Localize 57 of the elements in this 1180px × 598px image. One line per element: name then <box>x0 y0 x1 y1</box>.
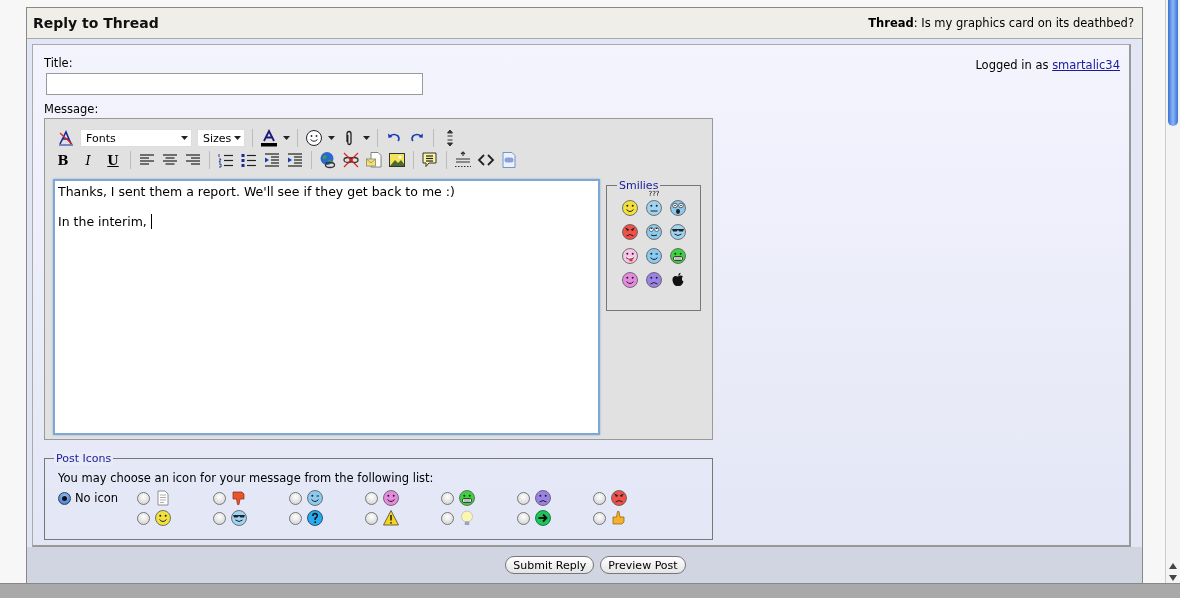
form-button[interactable]: Submit Reply <box>505 556 595 574</box>
radio-button[interactable] <box>365 511 378 525</box>
dropdown-caret-icon[interactable] <box>363 136 370 140</box>
login-text: Logged in as <box>975 58 1049 72</box>
bullet-list-icon[interactable] <box>240 151 258 169</box>
message-field[interactable]: Thanks, I sent them a report. We'll see if they get back to me :) In the interim, <box>53 179 600 435</box>
unlink-icon[interactable] <box>342 151 360 169</box>
radio-button[interactable] <box>517 511 530 525</box>
title-label: Title: <box>44 56 74 70</box>
size-select[interactable]: Sizes <box>197 129 245 147</box>
italic-button[interactable]: I <box>78 152 98 168</box>
title-field[interactable] <box>46 73 423 95</box>
radio-button[interactable] <box>289 511 302 525</box>
radio-button[interactable] <box>593 511 606 525</box>
remove-format-icon[interactable] <box>57 129 75 147</box>
radio-button[interactable] <box>593 491 606 505</box>
form-button[interactable]: Preview Post <box>600 556 686 574</box>
outdent-icon[interactable] <box>263 151 281 169</box>
radio-button[interactable] <box>137 491 150 505</box>
radio-button[interactable] <box>517 491 530 505</box>
dropdown-caret-icon[interactable] <box>283 136 290 140</box>
globe-link-icon[interactable] <box>319 151 337 169</box>
scroll-down-icon[interactable] <box>1169 575 1177 581</box>
scroll-up-icon[interactable] <box>1169 563 1177 569</box>
font-select[interactable]: Fonts <box>80 129 192 147</box>
username-link[interactable]: smartalic34 <box>1052 58 1120 72</box>
radio-button[interactable] <box>137 511 150 525</box>
smiley-icon[interactable] <box>305 129 323 147</box>
radio-button[interactable] <box>213 511 226 525</box>
radio-button[interactable] <box>365 491 378 505</box>
dropdown-caret-icon[interactable] <box>328 136 335 140</box>
image-icon[interactable] <box>388 151 406 169</box>
option-label: No icon <box>75 491 119 505</box>
dashed-lines-icon[interactable] <box>454 151 472 169</box>
font-color-icon[interactable] <box>260 129 278 147</box>
scroll-thumb[interactable] <box>1168 0 1178 126</box>
dropdown-caret-icon[interactable] <box>181 136 188 140</box>
quote-icon[interactable] <box>421 151 439 169</box>
radio-button[interactable] <box>441 511 454 525</box>
radio-button[interactable] <box>213 491 226 505</box>
file-icon[interactable] <box>500 151 518 169</box>
email-icon[interactable] <box>365 151 383 169</box>
bold-button[interactable]: B <box>53 152 73 168</box>
dropdown-caret-icon[interactable] <box>234 136 241 140</box>
indent-icon[interactable] <box>286 151 304 169</box>
scrollbar[interactable] <box>1165 0 1180 583</box>
numbered-list-icon[interactable] <box>217 151 235 169</box>
radio-button[interactable] <box>441 491 454 505</box>
thread-title: Thread: Is my graphics card on its deathbed? <box>868 16 1134 30</box>
post-icons-legend: Post Icons <box>54 452 114 465</box>
underline-button[interactable]: U <box>103 152 123 168</box>
message-label: Message: <box>44 102 100 116</box>
radio-button[interactable] <box>289 491 302 505</box>
page-title: Reply to Thread <box>33 15 159 31</box>
instruction-text: You may choose an icon for your message from the following list: <box>58 471 435 485</box>
smilies-legend: Smilies <box>617 179 661 192</box>
radio-button[interactable] <box>58 491 71 505</box>
